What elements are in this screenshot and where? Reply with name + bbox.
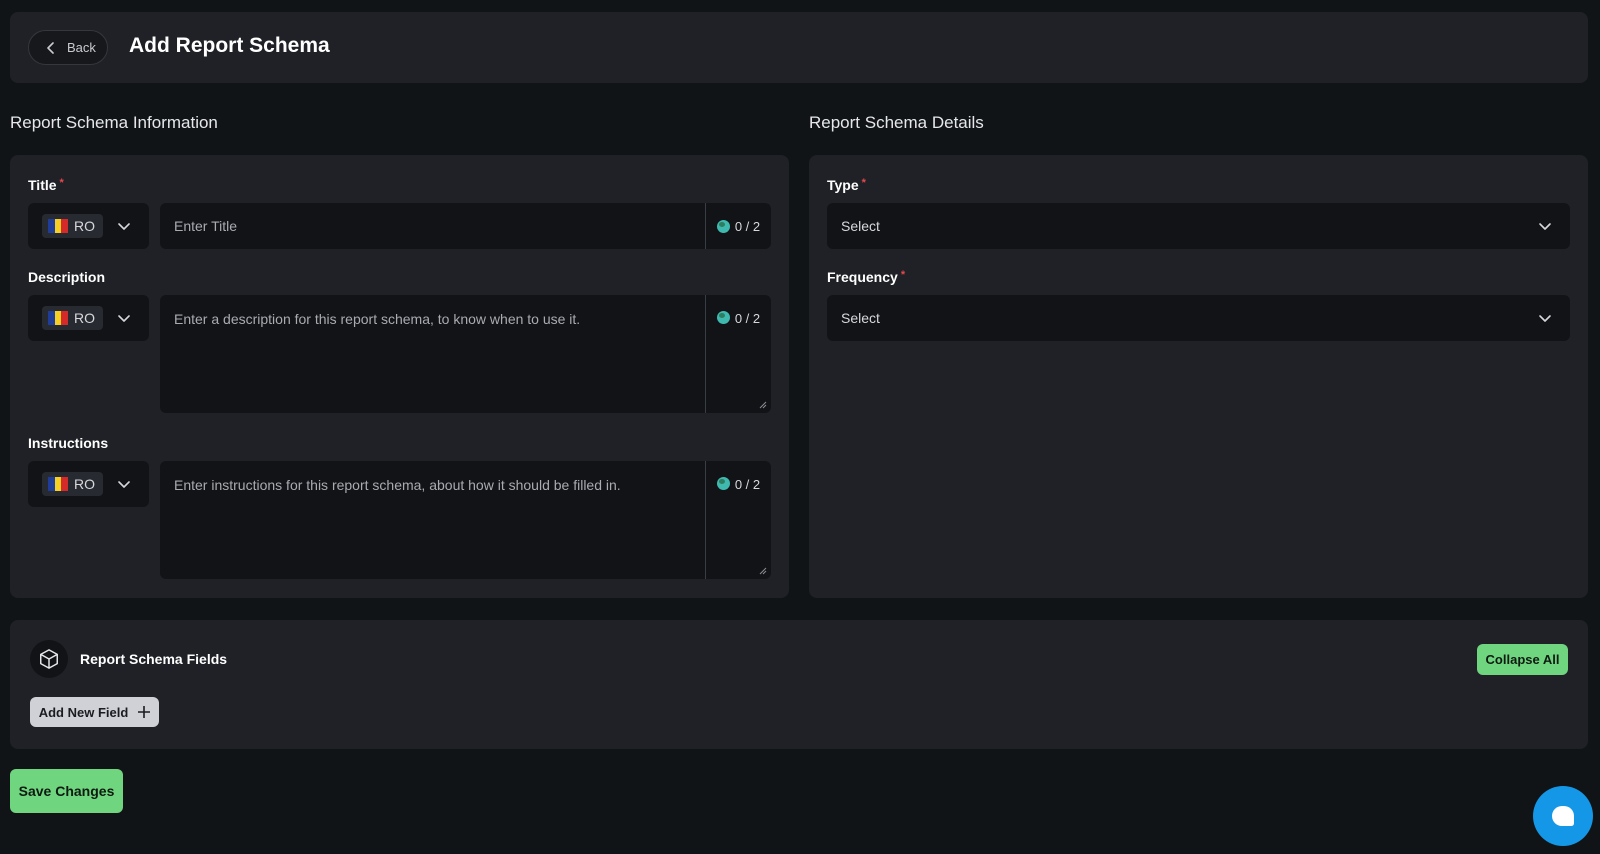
type-label: Type * xyxy=(827,177,866,193)
instructions-label: Instructions xyxy=(28,435,109,451)
frequency-select[interactable]: Select xyxy=(827,295,1570,341)
info-panel: Title* RO 0 / 2 Description RO 0 / 2 Ins… xyxy=(10,155,789,598)
globe-icon xyxy=(716,219,730,233)
romania-flag-icon xyxy=(48,219,69,233)
chat-launcher-button[interactable] xyxy=(1533,786,1593,846)
language-chip: RO xyxy=(42,214,103,238)
required-mark: * xyxy=(59,177,64,189)
type-select-value: Select xyxy=(841,218,880,234)
chevron-left-icon xyxy=(47,41,54,54)
title-counter: 0 / 2 xyxy=(705,203,771,249)
romania-flag-icon xyxy=(48,311,69,325)
save-changes-button[interactable]: Save Changes xyxy=(10,769,123,813)
globe-icon xyxy=(716,477,730,490)
collapse-all-button[interactable]: Collapse All xyxy=(1477,644,1568,675)
add-new-field-button[interactable]: Add New Field xyxy=(30,697,159,727)
page-title: Add Report Schema xyxy=(129,34,330,57)
back-label: Back xyxy=(67,40,96,55)
resize-grip-icon[interactable] xyxy=(759,401,767,409)
add-field-label: Add New Field xyxy=(38,704,129,720)
resize-grip-icon[interactable] xyxy=(759,567,767,575)
description-textarea[interactable] xyxy=(160,295,771,413)
description-label: Description xyxy=(28,269,106,285)
frequency-select-value: Select xyxy=(841,310,880,326)
type-select[interactable]: Select xyxy=(827,203,1570,249)
details-panel: Type * Select Frequency * Select xyxy=(809,155,1588,598)
plus-icon xyxy=(138,706,151,718)
required-mark: * xyxy=(861,177,866,189)
info-section-heading: Report Schema Information xyxy=(10,113,218,132)
language-chip: RO xyxy=(42,472,103,496)
page-header: Back Add Report Schema xyxy=(10,12,1588,83)
title-input[interactable] xyxy=(160,203,771,249)
globe-icon xyxy=(716,311,730,324)
schema-fields-card: Report Schema Fields Collapse All Add Ne… xyxy=(10,620,1588,749)
fields-title: Report Schema Fields xyxy=(80,651,228,667)
chevron-down-icon xyxy=(1539,315,1551,322)
language-chip: RO xyxy=(42,306,103,330)
chevron-down-icon xyxy=(118,315,130,322)
chevron-down-icon xyxy=(118,223,130,230)
chat-icon xyxy=(1552,806,1574,826)
title-label: Title * xyxy=(28,177,64,193)
instructions-textarea[interactable] xyxy=(160,461,771,579)
back-button[interactable]: Back xyxy=(28,30,108,65)
chevron-down-icon xyxy=(118,481,130,488)
instructions-language-select[interactable]: RO xyxy=(28,461,149,507)
description-language-select[interactable]: RO xyxy=(28,295,149,341)
details-section-heading: Report Schema Details xyxy=(809,113,984,132)
title-language-select[interactable]: RO xyxy=(28,203,149,249)
romania-flag-icon xyxy=(48,477,69,491)
cube-icon xyxy=(30,640,68,678)
required-mark: * xyxy=(900,269,906,281)
chevron-down-icon xyxy=(1539,223,1551,230)
frequency-label: Frequency * xyxy=(827,269,906,285)
instructions-counter: 0 / 2 xyxy=(705,461,771,579)
description-counter: 0 / 2 xyxy=(705,295,771,413)
